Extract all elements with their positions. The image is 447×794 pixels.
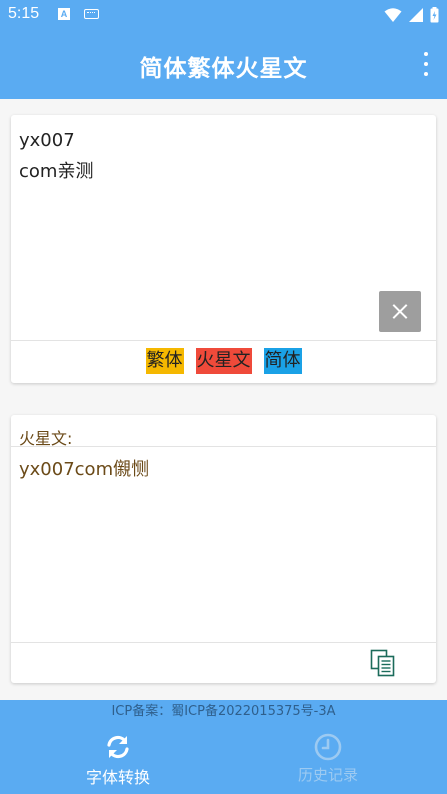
input-text-field[interactable]: yx007 com亲测 bbox=[19, 125, 93, 187]
output-card: 火星文: yx007com儭恻 bbox=[11, 415, 436, 683]
icp-record: ICP备案：蜀ICP备2022015375号-3A bbox=[0, 700, 447, 724]
more-vert-icon[interactable] bbox=[421, 52, 431, 76]
status-bar: 5:15 A bbox=[0, 0, 447, 30]
nav-label-history: 历史记录 bbox=[297, 766, 358, 784]
simplified-button[interactable]: 简体 bbox=[263, 348, 302, 374]
keyboard-icon bbox=[84, 9, 99, 19]
signal-icon bbox=[409, 8, 423, 22]
divider bbox=[11, 642, 436, 643]
bottom-nav: 字体转换 历史记录 bbox=[0, 724, 447, 794]
output-text: yx007com儭恻 bbox=[19, 459, 150, 480]
traditional-button[interactable]: 繁体 bbox=[145, 348, 184, 374]
swap-icon bbox=[107, 735, 129, 759]
divider bbox=[11, 340, 436, 341]
nav-item-convert[interactable]: 字体转换 bbox=[58, 732, 178, 788]
close-icon[interactable] bbox=[379, 291, 421, 332]
a-notification-icon: A bbox=[58, 8, 70, 20]
copy-icon[interactable] bbox=[370, 649, 396, 677]
page-title: 简体繁体火星文 bbox=[139, 56, 308, 82]
app-bar: 简体繁体火星文 bbox=[0, 30, 447, 99]
status-time: 5:15 bbox=[8, 5, 40, 22]
battery-icon bbox=[430, 7, 439, 23]
conversion-buttons: 繁体 火星文 简体 bbox=[11, 348, 436, 376]
martian-button[interactable]: 火星文 bbox=[195, 348, 252, 374]
input-card: yx007 com亲测 繁体 火星文 简体 bbox=[11, 115, 436, 383]
divider bbox=[11, 446, 436, 447]
nav-label-convert: 字体转换 bbox=[85, 768, 150, 787]
status-icons bbox=[384, 6, 439, 24]
wifi-icon bbox=[384, 8, 402, 22]
clock-icon bbox=[314, 733, 342, 761]
nav-item-history[interactable]: 历史记录 bbox=[268, 732, 388, 785]
